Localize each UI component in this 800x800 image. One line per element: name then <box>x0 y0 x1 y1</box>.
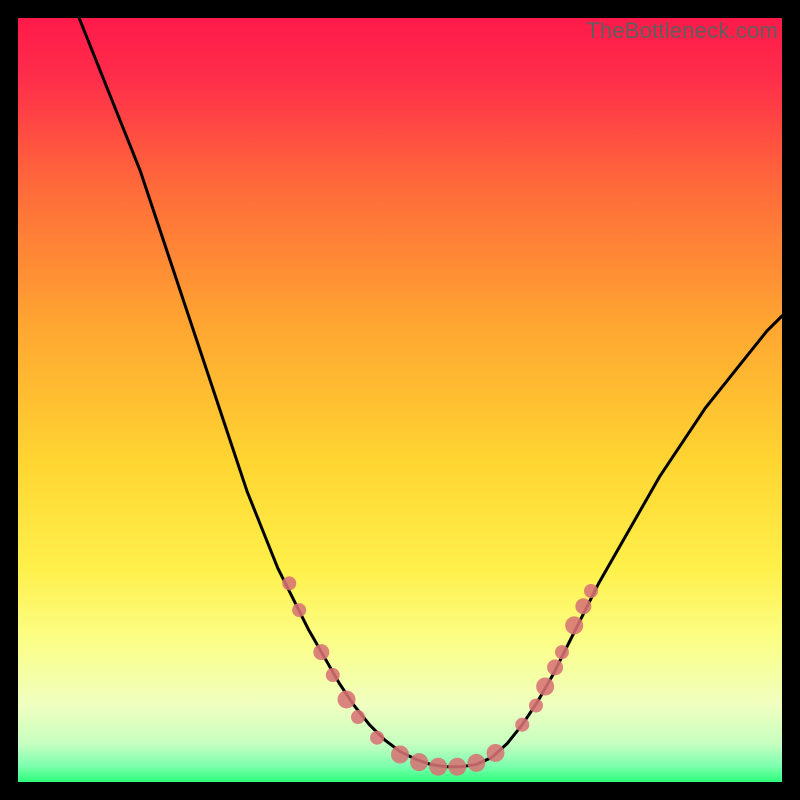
data-point-marker <box>584 584 598 598</box>
data-point-marker <box>391 746 409 764</box>
data-point-marker <box>575 598 591 614</box>
data-point-marker <box>292 603 306 617</box>
chart-frame: TheBottleneck.com <box>18 18 782 782</box>
gradient-background <box>18 18 782 782</box>
data-point-marker <box>313 644 329 660</box>
data-point-marker <box>536 678 554 696</box>
bottleneck-chart <box>18 18 782 782</box>
data-point-marker <box>370 731 384 745</box>
data-point-marker <box>448 758 466 776</box>
data-point-marker <box>429 758 447 776</box>
data-point-marker <box>351 710 365 724</box>
data-point-marker <box>565 616 583 634</box>
data-point-marker <box>338 690 356 708</box>
data-point-marker <box>529 699 543 713</box>
data-point-marker <box>515 718 529 732</box>
data-point-marker <box>555 645 569 659</box>
data-point-marker <box>487 744 505 762</box>
watermark-text: TheBottleneck.com <box>586 18 778 44</box>
data-point-marker <box>547 659 563 675</box>
data-point-marker <box>326 668 340 682</box>
data-point-marker <box>410 753 428 771</box>
data-point-marker <box>467 754 485 772</box>
data-point-marker <box>282 576 296 590</box>
